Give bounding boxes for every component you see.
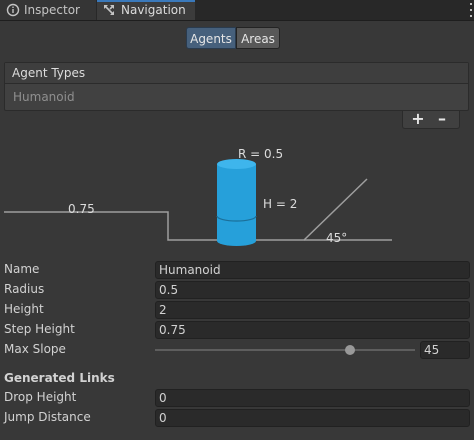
height-row: Height 2: [0, 301, 474, 319]
radius-label-text: Radius: [4, 282, 45, 296]
drop-height-field[interactable]: 0: [155, 389, 470, 407]
agents-toggle-button[interactable]: Agents: [186, 27, 236, 49]
navigation-icon: [104, 5, 114, 15]
areas-toggle-button[interactable]: Areas: [236, 27, 280, 49]
window-tab-bar: Inspector Navigation: [0, 0, 474, 21]
step-height-label-text: Step Height: [4, 322, 75, 336]
max-slope-row: Max Slope 45: [0, 341, 474, 359]
step-height-label: 0.75: [68, 202, 95, 216]
max-slope-slider-track[interactable]: [155, 349, 415, 351]
tab-inspector[interactable]: Inspector: [0, 0, 96, 20]
name-field[interactable]: Humanoid: [155, 261, 470, 279]
radius-row: Radius 0.5: [0, 281, 474, 299]
radius-field[interactable]: 0.5: [155, 281, 470, 299]
slope-label: 45°: [326, 231, 347, 245]
name-row: Name Humanoid: [0, 261, 474, 279]
drop-height-row: Drop Height 0: [0, 389, 474, 407]
remove-agent-type-button[interactable]: –: [432, 109, 452, 129]
agent-types-header-label: Agent Types: [12, 66, 86, 80]
tab-navigation[interactable]: Navigation: [97, 0, 195, 20]
drop-height-label: Drop Height: [4, 390, 77, 404]
tab-inspector-label: Inspector: [24, 3, 80, 17]
tab-bar-menu-icon[interactable]: [468, 0, 474, 20]
jump-distance-row: Jump Distance 0: [0, 409, 474, 427]
max-slope-slider-handle[interactable]: [345, 345, 355, 355]
height-field[interactable]: 2: [155, 301, 470, 319]
list-add-remove-footer: + –: [402, 109, 460, 129]
jump-distance-label: Jump Distance: [4, 410, 91, 424]
max-slope-field[interactable]: 45: [420, 341, 470, 359]
step-height-field[interactable]: 0.75: [155, 321, 470, 339]
height-label-text: Height: [4, 302, 44, 316]
list-item[interactable]: Humanoid: [13, 90, 75, 104]
height-label: H = 2: [263, 197, 297, 211]
agent-types-header: Agent Types: [5, 63, 468, 84]
name-label: Name: [4, 262, 40, 276]
radius-label: R = 0.5: [238, 147, 283, 161]
agent-cylinder: [216, 159, 257, 246]
jump-distance-field[interactable]: 0: [155, 409, 470, 427]
tab-navigation-label: Navigation: [121, 3, 186, 17]
generated-links-heading: Generated Links: [4, 371, 115, 385]
max-slope-label: Max Slope: [4, 342, 66, 356]
agent-types-list: Agent Types Humanoid: [4, 62, 469, 111]
agent-dimension-diagram: 0.75 R = 0.5 H = 2 45°: [4, 147, 392, 246]
info-icon: [6, 3, 20, 17]
ground-profile: [4, 178, 368, 241]
step-height-row: Step Height 0.75: [0, 321, 474, 339]
add-agent-type-button[interactable]: +: [408, 109, 428, 129]
